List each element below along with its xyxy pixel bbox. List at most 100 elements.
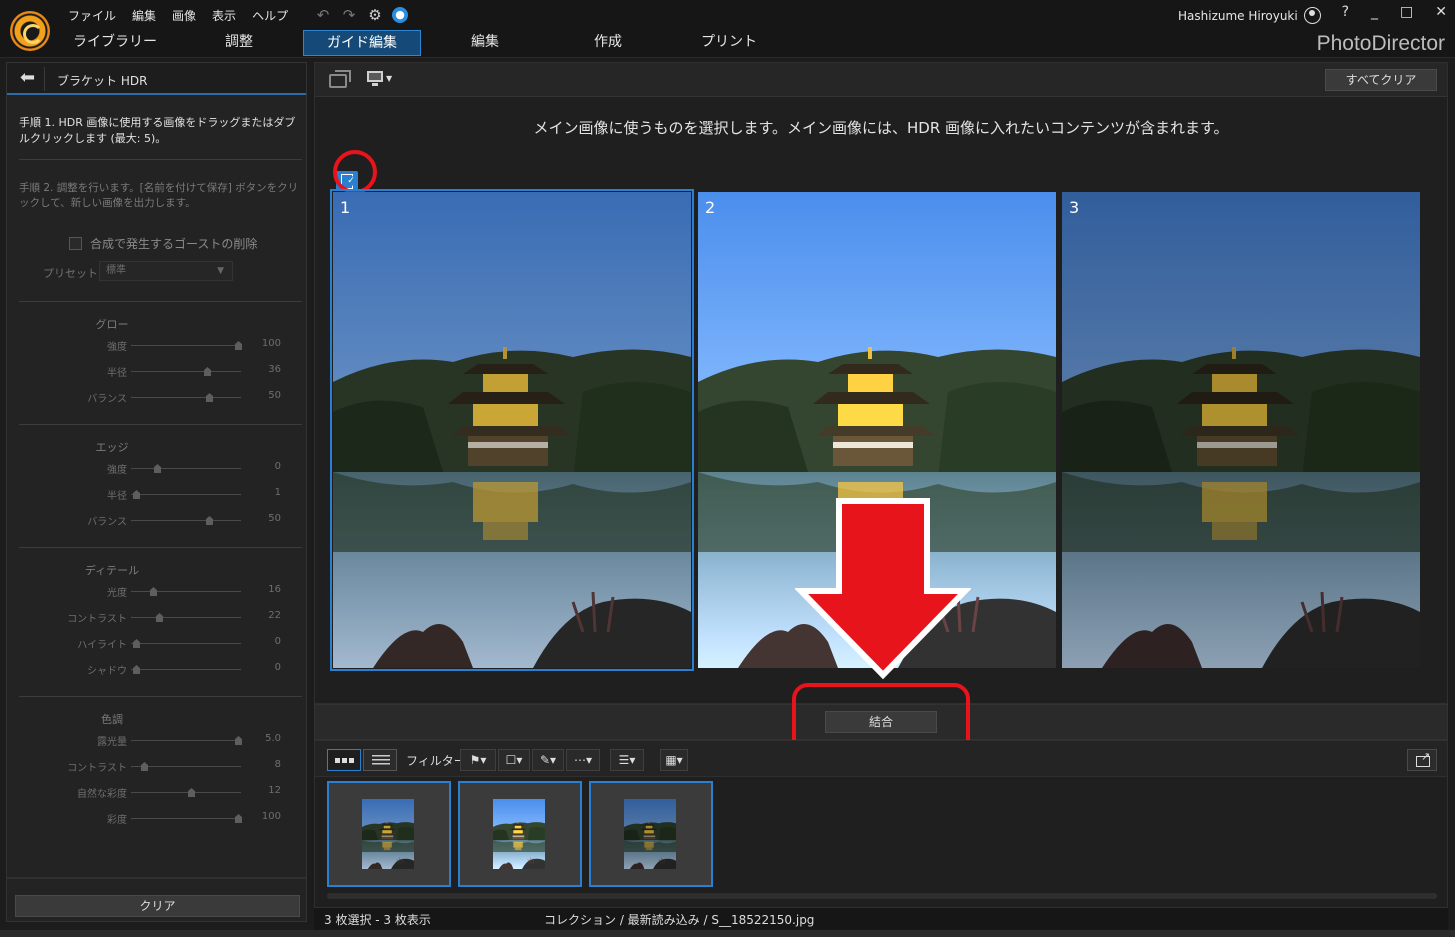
- slider-group-title: ディテール: [84, 564, 140, 577]
- filmstrip-thumbnail[interactable]: [589, 781, 713, 887]
- bracket-photo[interactable]: 3: [1062, 192, 1420, 668]
- filmstrip-thumbnail[interactable]: [327, 781, 451, 887]
- photo-number: 2: [705, 198, 716, 217]
- display-monitor-icon[interactable]: ▼: [367, 71, 392, 89]
- slider-row: ハイライト 0: [7, 636, 307, 652]
- menu-view[interactable]: 表示: [204, 7, 244, 24]
- slider-track[interactable]: [131, 613, 241, 622]
- slider-row: 自然な彩度 12: [7, 785, 307, 801]
- slider-track[interactable]: [131, 587, 241, 596]
- slider-thumb[interactable]: [188, 788, 195, 797]
- slider-thumb[interactable]: [133, 639, 140, 648]
- menu-file[interactable]: ファイル: [60, 7, 124, 24]
- sort-icon[interactable]: ☰▾: [610, 749, 644, 771]
- slider-track[interactable]: [131, 516, 241, 525]
- slider-track[interactable]: [131, 367, 241, 376]
- slider-thumb[interactable]: [150, 587, 157, 596]
- slider-row: コントラスト 8: [7, 759, 307, 775]
- menu-edit[interactable]: 編集: [124, 7, 164, 24]
- divider: [19, 696, 302, 697]
- slider-value: 100: [261, 338, 281, 349]
- tab-print[interactable]: プリント: [670, 30, 788, 56]
- main-toolbar: ▼ すべてクリア: [315, 63, 1447, 97]
- step1-text: 手順 1. HDR 画像に使用する画像をドラッグまたはダブルクリックします (最…: [19, 116, 296, 145]
- slider-thumb[interactable]: [154, 464, 161, 473]
- filmstrip-thumbnail[interactable]: [458, 781, 582, 887]
- slider-value: 5.0: [265, 733, 281, 744]
- clear-all-button[interactable]: すべてクリア: [1325, 69, 1437, 91]
- flag-filter-icon[interactable]: ⚑▾: [460, 749, 496, 771]
- slider-value: 1: [274, 487, 281, 498]
- stack-icon[interactable]: ▦▾: [660, 749, 688, 771]
- notification-icon[interactable]: ●: [392, 7, 408, 23]
- slider-label: 強度: [107, 342, 127, 353]
- ghost-removal-checkbox[interactable]: [69, 237, 82, 250]
- slider-label: 光度: [107, 588, 127, 599]
- tab-create[interactable]: 作成: [549, 30, 667, 56]
- redo-icon[interactable]: ↷: [340, 6, 358, 24]
- slider-thumb[interactable]: [133, 490, 140, 499]
- thumbnail-view-icon[interactable]: [327, 749, 361, 771]
- slider-thumb[interactable]: [141, 762, 148, 771]
- brand-name: PhotoDirector: [1316, 32, 1445, 55]
- filmstrip-scrollbar[interactable]: [327, 893, 1437, 899]
- slider-track[interactable]: [131, 736, 242, 745]
- slider-thumb[interactable]: [204, 367, 211, 376]
- list-view-icon[interactable]: [363, 749, 397, 771]
- slider-thumb[interactable]: [206, 393, 213, 402]
- tab-edit[interactable]: 編集: [426, 30, 544, 56]
- slider-track[interactable]: [131, 814, 242, 823]
- close-button[interactable]: ✕: [1435, 4, 1447, 20]
- slider-row: 光度 16: [7, 584, 307, 600]
- window-controls: ? _ □ ✕: [1342, 4, 1447, 20]
- slider-row: 露光量 5.0: [7, 733, 307, 749]
- slider-track[interactable]: [131, 665, 241, 674]
- bracket-photo[interactable]: 1: [330, 189, 694, 671]
- help-button[interactable]: ?: [1342, 4, 1349, 20]
- color-filter-icon[interactable]: ✎▾: [532, 749, 564, 771]
- slider-track[interactable]: [131, 788, 241, 797]
- user-name: Hashizume Hiroyuki: [1178, 8, 1298, 23]
- settings-gear-icon[interactable]: ⚙: [366, 6, 384, 24]
- slider-label: 自然な彩度: [77, 789, 127, 800]
- slider-row: 半径 1: [7, 487, 307, 503]
- back-arrow-icon[interactable]: ⬅: [11, 67, 45, 91]
- undo-icon[interactable]: ↶: [314, 6, 332, 24]
- menu-image[interactable]: 画像: [164, 7, 204, 24]
- app-logo-icon: [10, 11, 50, 51]
- maximize-button[interactable]: □: [1400, 4, 1413, 20]
- slider-track[interactable]: [131, 762, 241, 771]
- preset-dropdown[interactable]: 標準 ▼: [99, 261, 233, 281]
- label-filter-icon[interactable]: ☐▾: [498, 749, 530, 771]
- annotation-circle: [333, 150, 377, 194]
- menu-help[interactable]: ヘルプ: [244, 7, 296, 24]
- user-avatar-icon: [1303, 7, 1321, 24]
- user-account[interactable]: Hashizume Hiroyuki: [1178, 7, 1321, 24]
- slider-track[interactable]: [131, 464, 241, 473]
- minimize-button[interactable]: _: [1371, 4, 1378, 20]
- tab-library[interactable]: ライブラリー: [60, 30, 170, 56]
- slider-thumb[interactable]: [133, 665, 140, 674]
- selection-count: 3 枚選択 - 3 枚表示: [324, 913, 431, 927]
- tab-guided-edit[interactable]: ガイド編集: [303, 30, 421, 56]
- slider-track[interactable]: [131, 639, 241, 648]
- slider-value: 100: [261, 811, 281, 822]
- status-bar: 3 枚選択 - 3 枚表示 コレクション / 最新読み込み / S__18522…: [314, 908, 1448, 930]
- clear-button[interactable]: クリア: [15, 895, 300, 917]
- tab-adjust[interactable]: 調整: [180, 30, 298, 56]
- slider-thumb[interactable]: [156, 613, 163, 622]
- thumbnail-image: [624, 799, 676, 869]
- export-icon[interactable]: [1407, 749, 1437, 771]
- slider-thumb[interactable]: [206, 516, 213, 525]
- compare-view-icon[interactable]: [329, 70, 351, 88]
- slider-value: 22: [268, 610, 281, 621]
- slider-track[interactable]: [131, 341, 242, 350]
- slider-value: 0: [274, 662, 281, 673]
- more-filter-icon[interactable]: ⋯▾: [566, 749, 600, 771]
- slider-row: 強度 0: [7, 461, 307, 477]
- ghost-removal-option[interactable]: 合成で発生するゴーストの削除: [69, 235, 257, 252]
- slider-track[interactable]: [131, 490, 241, 499]
- preset-value: 標準: [106, 265, 126, 276]
- slider-track[interactable]: [131, 393, 241, 402]
- window-edge: [0, 930, 1455, 937]
